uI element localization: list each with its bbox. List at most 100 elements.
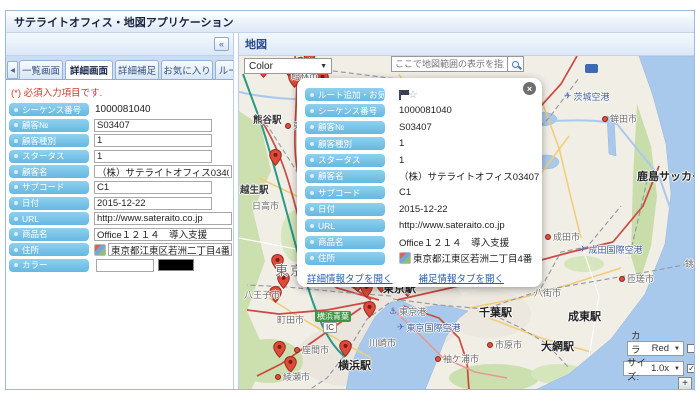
- popup-fields: ルート追加・お気 ☆ シーケンス番号 1000081040 顧客№ S03407…: [305, 88, 539, 265]
- map-canvas[interactable]: 館林市 小山 熊谷駅 東松山 越生駅 日高市 東京都 八王子市: [239, 56, 694, 389]
- app-title: サテライトオフィス・地図アプリケーション: [14, 16, 234, 29]
- field-input[interactable]: [94, 196, 212, 210]
- popup-field-row: 住所 東京都江東区若洲二丁目4番: [305, 251, 534, 265]
- map-label: IC: [323, 322, 337, 333]
- bullet-icon: [310, 141, 314, 146]
- favorite-star-icon[interactable]: ☆: [408, 89, 418, 100]
- color-swatch[interactable]: [158, 259, 194, 272]
- poi-icon: ✈: [564, 91, 572, 101]
- color-input[interactable]: [96, 258, 154, 272]
- field-label: 日付: [9, 196, 89, 210]
- map-search-input[interactable]: [391, 56, 508, 72]
- popup-field-row: シーケンス番号 1000081040: [305, 104, 534, 118]
- collapse-icon: «: [218, 39, 224, 49]
- popup-field-label: シーケンス番号: [305, 104, 385, 118]
- popup-field-label: 顧客種別: [305, 137, 385, 151]
- tab[interactable]: お気に入り: [161, 60, 213, 79]
- popup-field-row: スタータス 1: [305, 153, 534, 167]
- size-checkbox[interactable]: ✓: [687, 364, 694, 373]
- field-input[interactable]: [94, 227, 232, 241]
- geocode-icon: [399, 252, 411, 265]
- popup-field-row: 顧客№ S03407: [305, 120, 534, 134]
- city-dot-icon: [285, 122, 291, 129]
- tab[interactable]: 詳細補足: [115, 60, 159, 79]
- zoom-in-button[interactable]: +: [678, 377, 692, 389]
- city-dot-icon: [487, 341, 493, 348]
- field-label: シーケンス番号: [9, 103, 89, 116]
- bullet-icon: [310, 92, 314, 97]
- tab[interactable]: 詳細画面: [65, 60, 113, 79]
- marker-pin-icon: [339, 339, 352, 358]
- city-dot-icon: [619, 275, 625, 282]
- collapse-panel-button[interactable]: «: [214, 37, 229, 51]
- popup-field-value: 1000081040: [399, 105, 452, 117]
- field-input[interactable]: [94, 165, 232, 179]
- geocode-icon[interactable]: [94, 243, 106, 256]
- bullet-icon: [310, 256, 314, 261]
- map-marker[interactable]: [269, 148, 282, 171]
- form-field-row: サブコード: [9, 180, 212, 194]
- popup-field-row: URL http://www.sateraito.co.jp: [305, 219, 534, 233]
- popup-field-value: C1: [399, 187, 412, 199]
- form-field-row: URL: [9, 212, 232, 226]
- map-label: 座間市: [294, 343, 329, 356]
- field-label: サブコード: [9, 180, 89, 194]
- tab-prev-button[interactable]: ◀: [7, 61, 18, 79]
- poi-icon: ✈: [397, 322, 405, 332]
- bullet-icon: [310, 190, 314, 195]
- field-input[interactable]: [94, 118, 212, 132]
- bullet-icon: [14, 123, 18, 128]
- map-label: 綾瀬市: [275, 370, 310, 383]
- tab[interactable]: ルート: [215, 60, 233, 79]
- popup-field-value: 1: [399, 138, 405, 150]
- city-dot-icon: [435, 355, 441, 362]
- field-input[interactable]: [94, 149, 212, 163]
- info-popup: × ルート追加・お気 ☆ シーケンス番号 1000081040 顧客№ S034…: [297, 78, 542, 287]
- map-label: 袖ケ浦市: [435, 352, 479, 365]
- open-supplement-tab-link[interactable]: 補足情報タブを開く: [419, 271, 505, 285]
- marker-pin-icon: [363, 300, 376, 319]
- form-field-row: シーケンス番号 1000081040: [9, 103, 233, 116]
- field-input[interactable]: [94, 212, 232, 226]
- route-flag-icon[interactable]: [399, 89, 409, 100]
- map-label: 横浜駅: [338, 360, 371, 372]
- field-label: スタータス: [9, 149, 89, 163]
- address-input[interactable]: [108, 243, 232, 257]
- map-label: 八王子市: [244, 290, 281, 300]
- form-field-row: 日付: [9, 196, 212, 210]
- map-label: 成東駅: [568, 311, 601, 323]
- chevron-down-icon: ▼: [320, 62, 327, 70]
- map-label: 町田市: [277, 315, 305, 325]
- poi-icon: ⚓: [389, 306, 398, 316]
- field-input[interactable]: [94, 134, 212, 148]
- required-note: (*) 必須入力項目です.: [11, 88, 103, 99]
- map-label: 八街市: [534, 288, 562, 298]
- map-panel: 地図 館林市 熊谷駅 越生駅 日高市 八王子市 町田市 横浜青葉 IC 座間市 …: [238, 33, 694, 389]
- marker-pin-icon: [269, 148, 282, 167]
- popup-field-row: 顧客種別 1: [305, 137, 534, 151]
- popup-field-label: 日付: [305, 202, 385, 216]
- popup-field-row: 日付 2015-12-22: [305, 202, 534, 216]
- form-field-row: 顧客種別: [9, 134, 212, 148]
- popup-field-label: サブコード: [305, 186, 385, 200]
- field-label: 顧客種別: [9, 134, 89, 148]
- popup-close-button[interactable]: ×: [523, 82, 536, 95]
- search-icon: [512, 60, 519, 68]
- marker-size-control[interactable]: サイズ: 1.0x ▼: [623, 358, 684, 383]
- title-bar: サテライトオフィス・地図アプリケーション: [6, 11, 694, 33]
- field-input[interactable]: [94, 180, 212, 194]
- map-marker[interactable]: [363, 300, 376, 323]
- map-label: 千葉駅: [479, 307, 512, 319]
- map-color-select[interactable]: Color ▼: [244, 58, 332, 74]
- tab[interactable]: 一覧画面: [19, 60, 63, 79]
- map-label: 鹿島サッカースタジアム駅: [637, 171, 694, 183]
- field-label: 顧客名: [9, 165, 89, 179]
- bullet-icon: [310, 158, 314, 163]
- map-search-button[interactable]: [508, 56, 524, 72]
- color-checkbox[interactable]: [687, 344, 694, 353]
- form-field-row: スタータス: [9, 149, 212, 163]
- open-detail-tab-link[interactable]: 詳細情報タブを開く: [307, 271, 393, 285]
- map-panel-band: 地図: [239, 33, 694, 56]
- popup-field-row: 商品名 Office１２１４ 導入支援: [305, 235, 534, 249]
- tab-bar: ◀ 一覧画面 詳細画面 詳細補足 お気に入り ルート ▶: [6, 56, 233, 80]
